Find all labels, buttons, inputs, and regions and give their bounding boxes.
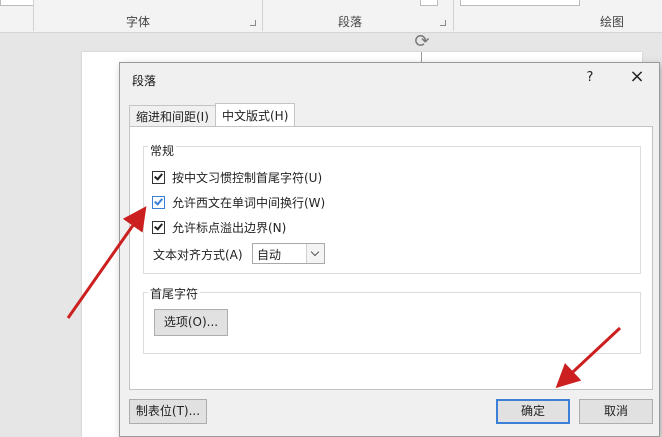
- ribbon-group-paragraph-label: 段落: [338, 15, 363, 29]
- option-label: 允许标点溢出边界(N): [172, 220, 287, 235]
- ribbon-control-fragment: [460, 0, 580, 6]
- option-label: 允许西文在单词中间换行(W): [172, 195, 326, 210]
- text-alignment-label: 文本对齐方式(A): [153, 248, 243, 262]
- dialog-title: 段落: [132, 74, 157, 88]
- text-alignment-select[interactable]: 自动: [252, 243, 325, 264]
- checkmark-icon: [154, 170, 163, 181]
- option-label: 按中文习惯控制首尾字符(U): [172, 170, 323, 185]
- tab-indents-spacing[interactable]: 缩进和间距(I): [129, 105, 216, 127]
- options-button[interactable]: 选项(O)...: [154, 309, 228, 336]
- option-row-allow-punctuation-overflow[interactable]: 允许标点溢出边界(N): [152, 219, 286, 235]
- text-alignment-value: 自动: [257, 248, 282, 262]
- checkbox-control-first-last-chars[interactable]: [152, 170, 165, 184]
- paragraph-dialog-launcher-icon[interactable]: [440, 20, 446, 26]
- close-icon: ×: [629, 66, 645, 87]
- ribbon-group-font-label: 字体: [126, 15, 151, 29]
- cancel-button[interactable]: 取消: [579, 399, 653, 424]
- ribbon-separator: [453, 0, 454, 31]
- help-button[interactable]: ?: [575, 66, 605, 90]
- general-group-title: 常规: [148, 142, 177, 159]
- ribbon-control-fragment: [420, 0, 438, 6]
- ok-button[interactable]: 确定: [496, 399, 570, 424]
- ribbon-control-fragment: [0, 0, 34, 6]
- chevron-down-icon: [310, 247, 320, 257]
- font-dialog-launcher-icon[interactable]: [250, 20, 256, 26]
- headtail-group-title: 首尾字符: [148, 285, 201, 302]
- close-button[interactable]: ×: [622, 66, 652, 90]
- ribbon-separator: [262, 0, 263, 31]
- rotate-handle-icon[interactable]: ⟳: [410, 33, 434, 53]
- ribbon-group-drawing-label: 绘图: [600, 15, 625, 29]
- ribbon-separator: [33, 0, 34, 31]
- checkbox-allow-latin-wrap[interactable]: [152, 195, 165, 209]
- checkbox-allow-punctuation-overflow[interactable]: [152, 220, 165, 234]
- checkmark-icon: [154, 195, 163, 206]
- option-row-control-first-last-chars[interactable]: 按中文习惯控制首尾字符(U): [152, 169, 322, 185]
- dropdown-button[interactable]: [306, 244, 324, 263]
- checkmark-icon: [154, 220, 163, 231]
- paragraph-dialog: 段落 ? × 缩进和间距(I) 中文版式(H) 常规 按中文习惯控制首尾字符(U…: [119, 62, 660, 437]
- option-row-allow-latin-wrap[interactable]: 允许西文在单词中间换行(W): [152, 194, 325, 210]
- tab-asian-typography[interactable]: 中文版式(H): [215, 103, 296, 127]
- ribbon: 字体 段落 绘图: [0, 0, 662, 33]
- tab-panel: 常规 按中文习惯控制首尾字符(U) 允许西文在单词中间换行(W) 允许标点溢出边…: [129, 126, 653, 390]
- tabs-button[interactable]: 制表位(T)...: [129, 399, 207, 424]
